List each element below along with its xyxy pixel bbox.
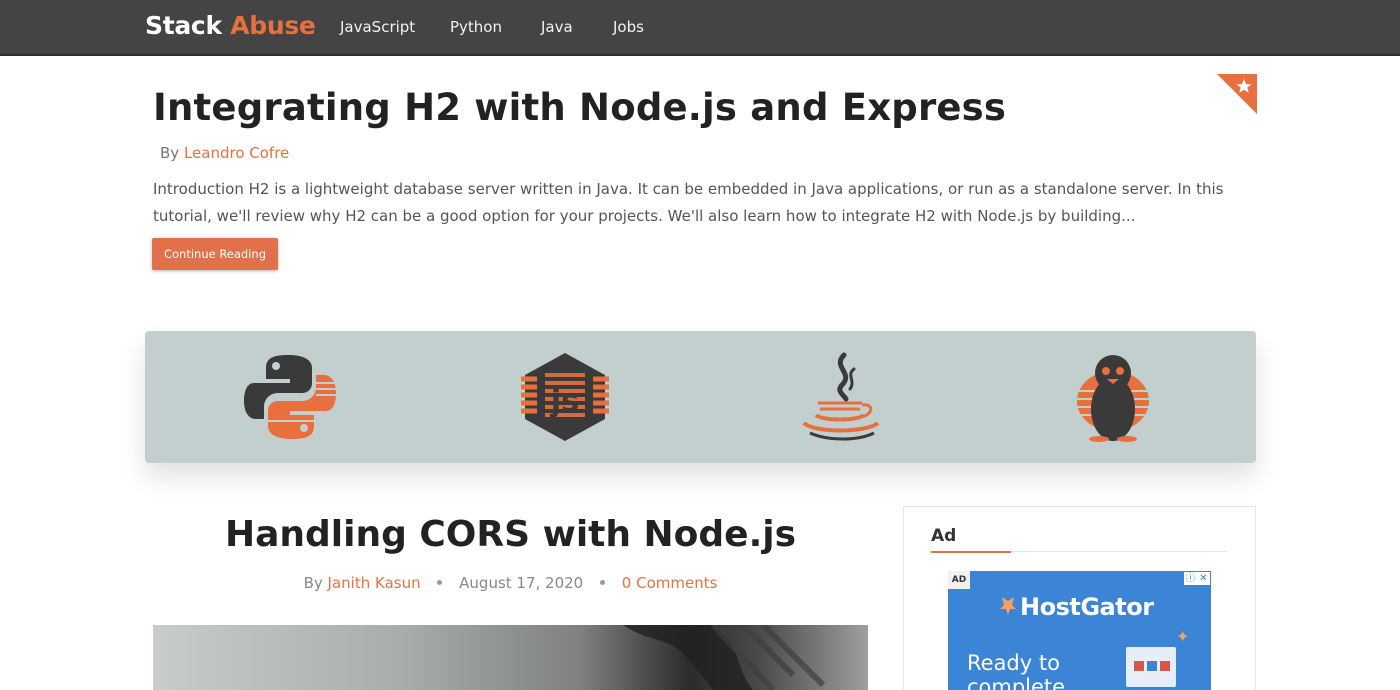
ad-headline: Ready to complete bbox=[967, 651, 1065, 690]
ad-brand-name: HostGator bbox=[1020, 593, 1154, 621]
ad-illustration bbox=[1126, 647, 1176, 687]
featured-byline: By Leandro Cofre bbox=[160, 144, 289, 162]
sidebar-ad-widget: Ad AD ⓘ ✕ HostGator ✦ Ready to complete bbox=[903, 506, 1256, 690]
brand-part-2: Abuse bbox=[230, 11, 316, 40]
continue-reading-button[interactable]: Continue Reading bbox=[152, 238, 278, 270]
tech-banner: js bbox=[145, 331, 1256, 463]
post-date: August 17, 2020 bbox=[459, 574, 584, 592]
python-icon[interactable] bbox=[242, 351, 338, 443]
nav-link-jobs[interactable]: Jobs bbox=[613, 18, 644, 36]
nav-link-java[interactable]: Java bbox=[541, 18, 573, 36]
nav-link-python[interactable]: Python bbox=[450, 18, 502, 36]
top-navbar: Stack Abuse JavaScript Python Java Jobs bbox=[0, 0, 1400, 56]
post-meta: By Janith Kasun August 17, 2020 0 Commen… bbox=[153, 574, 868, 592]
ad-close-icon[interactable]: ✕ bbox=[1197, 572, 1210, 585]
byline-by-label: By bbox=[160, 144, 180, 162]
hostgator-logo-icon bbox=[1000, 597, 1016, 615]
meta-separator bbox=[437, 580, 443, 585]
linux-tux-icon[interactable] bbox=[1065, 351, 1161, 443]
ad-headline-line-1: Ready to bbox=[967, 651, 1060, 675]
meta-separator bbox=[600, 580, 605, 585]
post-author-link[interactable]: Janith Kasun bbox=[328, 574, 421, 592]
hero-image-graphic bbox=[623, 625, 826, 690]
nodejs-icon[interactable]: js bbox=[517, 351, 613, 443]
post-comments-link[interactable]: 0 Comments bbox=[622, 574, 718, 592]
post-title[interactable]: Handling CORS with Node.js bbox=[153, 514, 868, 555]
sparkle-icon: ✦ bbox=[1176, 627, 1190, 646]
post-hero-image[interactable] bbox=[153, 625, 868, 690]
brand-part-1: Stack bbox=[145, 11, 222, 40]
featured-author-link[interactable]: Leandro Cofre bbox=[184, 144, 289, 162]
featured-star-ribbon-icon bbox=[1217, 74, 1257, 114]
nav-link-javascript[interactable]: JavaScript bbox=[340, 18, 415, 36]
ad-info-icon[interactable]: ⓘ bbox=[1184, 572, 1197, 585]
svg-text:js: js bbox=[550, 384, 579, 419]
hostgator-ad[interactable]: AD ⓘ ✕ HostGator ✦ Ready to complete bbox=[948, 571, 1211, 690]
site-logo[interactable]: Stack Abuse bbox=[145, 11, 316, 40]
ad-label-badge: AD bbox=[948, 571, 970, 589]
ad-headline-line-2: complete bbox=[967, 675, 1066, 690]
meta-by-label: By bbox=[303, 574, 323, 592]
featured-excerpt: Introduction H2 is a lightweight databas… bbox=[153, 180, 1224, 225]
heading-accent-bar bbox=[931, 551, 1011, 553]
ad-widget-heading: Ad bbox=[931, 526, 957, 546]
java-icon[interactable] bbox=[792, 351, 888, 443]
featured-post-title[interactable]: Integrating H2 with Node.js and Express bbox=[153, 86, 1006, 129]
